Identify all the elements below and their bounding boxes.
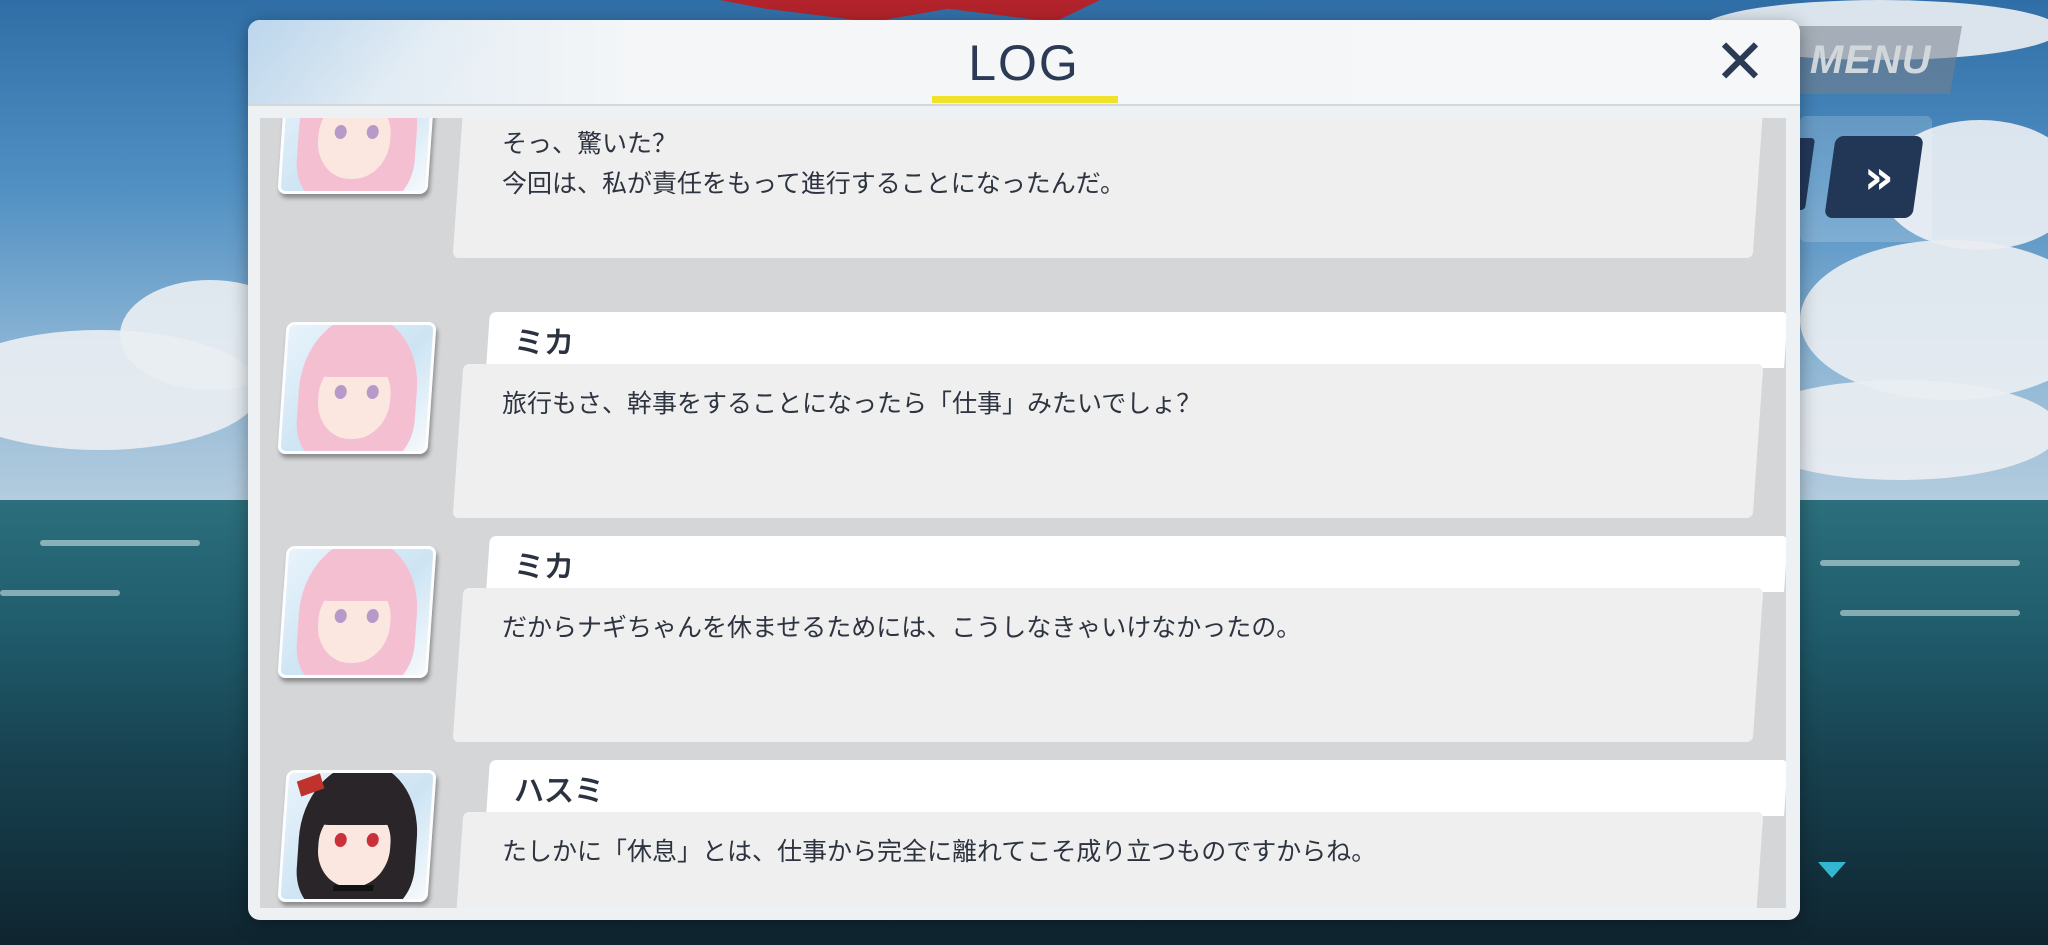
name-plate xyxy=(486,536,1786,592)
speaker-name: ハスミ xyxy=(514,774,604,809)
speaker-name: ミカ xyxy=(514,550,574,585)
log-header: LOG ✕ xyxy=(248,20,1800,106)
log-entry: ハスミ たしかに「休息」とは、仕事から完全に離れてこそ成り立つものですからね。 xyxy=(260,760,1786,908)
message-text: だからナギちゃんを休ませるためには、こうしなきゃいけなかったの。 xyxy=(502,613,1302,642)
wave xyxy=(0,590,120,596)
log-entry: ミカ だからナギちゃんを休ませるためには、こうしなきゃいけなかったの。 xyxy=(260,536,1786,746)
log-title: LOG xyxy=(968,35,1080,91)
character-portrait xyxy=(277,322,437,454)
name-plate xyxy=(486,312,1786,368)
close-icon: ✕ xyxy=(1714,25,1766,98)
character-portrait xyxy=(277,770,437,902)
wave xyxy=(1820,560,2020,566)
skip-button[interactable]: » xyxy=(1824,136,1924,218)
wave xyxy=(40,540,200,546)
name-plate xyxy=(486,760,1786,816)
close-button[interactable]: ✕ xyxy=(1708,30,1772,94)
log-list[interactable]: ミカ そっ、驚いた？ 今回は、私が責任をもって進行することになったんだ。 ミカ … xyxy=(260,118,1786,908)
log-panel: LOG ✕ ミカ そっ、驚いた？ 今回は、私が責任をもって進行することになったん… xyxy=(248,20,1800,920)
message-text: たしかに「休息」とは、仕事から完全に離れてこそ成り立つものですからね。 xyxy=(502,837,1377,866)
message-text: そっ、驚いた？ 今回は、私が責任をもって進行することになったんだ。 xyxy=(502,129,1126,198)
character-portrait xyxy=(277,546,437,678)
fast-forward-icon: » xyxy=(1864,150,1884,204)
title-underline xyxy=(932,96,1118,103)
menu-button[interactable]: MENU xyxy=(1780,26,1962,94)
menu-button-label: MENU xyxy=(1810,37,1932,82)
log-entry: ミカ そっ、驚いた？ 今回は、私が責任をもって進行することになったんだ。 xyxy=(260,118,1786,262)
speaker-name: ミカ xyxy=(514,326,574,361)
log-entry: ミカ 旅行もさ、幹事をすることになったら「仕事」みたいでしょ？ xyxy=(260,312,1786,522)
message-text: 旅行もさ、幹事をすることになったら「仕事」みたいでしょ？ xyxy=(502,389,1202,418)
next-indicator-icon xyxy=(1818,862,1846,878)
wave xyxy=(1840,610,2020,616)
character-portrait xyxy=(277,118,437,194)
